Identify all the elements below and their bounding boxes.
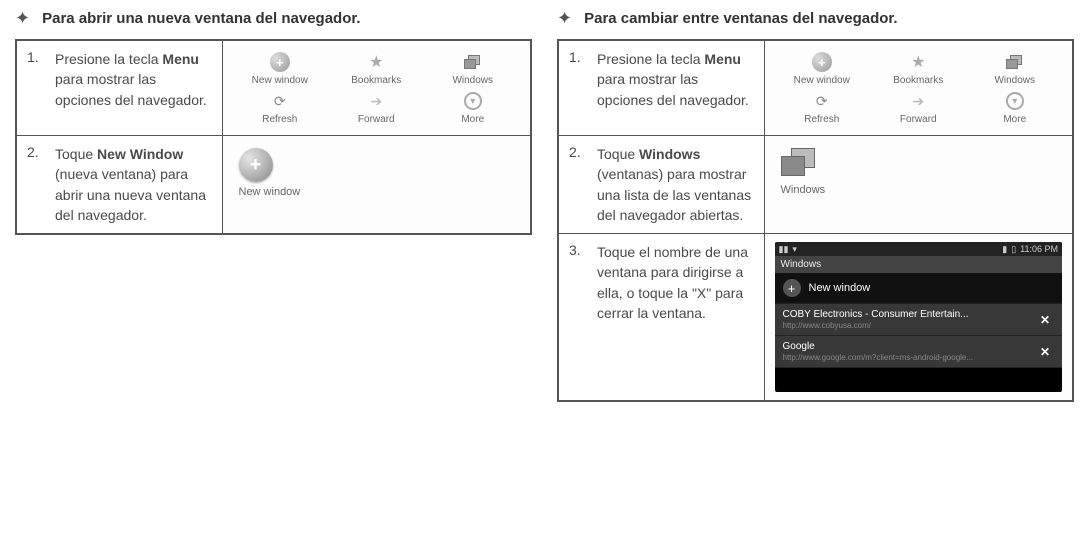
left-heading-row: ✦ Para abrir una nueva ventana del naveg… <box>15 8 532 29</box>
step-number: 1. <box>569 49 587 110</box>
step-body: Toque Windows (ventanas) para mostrar un… <box>597 144 754 225</box>
plus-icon: + <box>269 51 291 73</box>
right-steps-table: 1. Presione la tecla Menu para mostrar l… <box>557 39 1074 402</box>
step-text-cell: 1. Presione la tecla Menu para mostrar l… <box>16 40 222 136</box>
windows-large[interactable]: Windows <box>775 144 1063 200</box>
refresh-icon: ⟳ <box>811 90 833 112</box>
step-body: Presione la tecla Menu para mostrar las … <box>55 49 212 110</box>
menu-more[interactable]: ▾ More <box>428 90 519 125</box>
menu-refresh[interactable]: ⟳ Refresh <box>235 90 326 125</box>
status-time: 11:06 PM <box>1020 244 1058 254</box>
status-right: ▮ ▯ 11:06 PM <box>1002 244 1058 255</box>
close-icon[interactable]: ✕ <box>1036 311 1054 329</box>
step-image-cell: ▮▮ ▾ ▮ ▯ 11:06 PM Windows + New window <box>764 234 1073 402</box>
open-window-row[interactable]: Google http://www.google.com/m?client=ms… <box>775 336 1063 368</box>
battery-icon: ▮ <box>1002 244 1007 255</box>
menu-new-window[interactable]: + New window <box>235 51 326 86</box>
phone-screenshot: ▮▮ ▾ ▮ ▯ 11:06 PM Windows + New window <box>775 242 1063 392</box>
window-title: Google <box>783 341 974 352</box>
window-url: http://www.cobyusa.com/ <box>783 321 969 330</box>
window-title: COBY Electronics - Consumer Entertain... <box>783 309 969 320</box>
browser-menu-grid: + New window ★ Bookmarks Windows ⟳ Refre… <box>233 49 521 127</box>
step-image-cell: + New window ★ Bookmarks Windows ⟳ Refre… <box>222 40 531 136</box>
step-number: 2. <box>569 144 587 225</box>
close-icon[interactable]: ✕ <box>1036 343 1054 361</box>
menu-windows[interactable]: Windows <box>970 51 1061 86</box>
new-window-label: New window <box>809 282 871 294</box>
refresh-icon: ⟳ <box>269 90 291 112</box>
step-text-cell: 2. Toque New Window (nueva ventana) para… <box>16 136 222 235</box>
step-text-cell: 3. Toque el nombre de una ventana para d… <box>558 234 764 402</box>
open-window-row[interactable]: COBY Electronics - Consumer Entertain...… <box>775 304 1063 336</box>
wifi-icon: ▾ <box>792 244 797 255</box>
step-body: Presione la tecla Menu para mostrar las … <box>597 49 754 110</box>
step-body: Toque New Window (nueva ventana) para ab… <box>55 144 212 225</box>
table-row: 2. Toque Windows (ventanas) para mostrar… <box>558 136 1073 234</box>
forward-icon: ➔ <box>365 90 387 112</box>
star-icon: ★ <box>365 51 387 73</box>
menu-forward[interactable]: ➔ Forward <box>873 90 964 125</box>
plus-icon: + <box>783 279 801 297</box>
status-left-icons: ▮▮ ▾ <box>779 244 797 255</box>
menu-bookmarks[interactable]: ★ Bookmarks <box>331 51 422 86</box>
new-window-large[interactable]: + New window <box>233 144 521 202</box>
windows-icon <box>781 148 819 178</box>
windows-title-bar: Windows <box>775 256 1063 273</box>
forward-icon: ➔ <box>907 90 929 112</box>
step-body: Toque el nombre de una ventana para diri… <box>597 242 754 323</box>
menu-new-window[interactable]: + New window <box>777 51 868 86</box>
plus-icon: + <box>811 51 833 73</box>
star-icon: ★ <box>907 51 929 73</box>
cross-icon: ✦ <box>557 8 572 29</box>
step-image-cell: Windows <box>764 136 1073 234</box>
right-column: ✦ Para cambiar entre ventanas del navega… <box>557 8 1074 402</box>
right-heading: Para cambiar entre ventanas del navegado… <box>584 10 897 27</box>
table-row: 2. Toque New Window (nueva ventana) para… <box>16 136 531 235</box>
step-image-cell: + New window <box>222 136 531 235</box>
browser-menu-grid: + New window ★ Bookmarks Windows ⟳ Refre… <box>775 49 1063 127</box>
new-window-row[interactable]: + New window <box>775 273 1063 304</box>
windows-icon <box>462 51 484 73</box>
windows-icon <box>1004 51 1026 73</box>
plus-icon: + <box>239 148 273 182</box>
table-row: 1. Presione la tecla Menu para mostrar l… <box>558 40 1073 136</box>
step-image-cell: + New window ★ Bookmarks Windows ⟳ Refre… <box>764 40 1073 136</box>
table-row: 1. Presione la tecla Menu para mostrar l… <box>16 40 531 136</box>
cross-icon: ✦ <box>15 8 30 29</box>
table-row: 3. Toque el nombre de una ventana para d… <box>558 234 1073 402</box>
menu-forward[interactable]: ➔ Forward <box>331 90 422 125</box>
bars-icon: ▯ <box>1011 244 1016 255</box>
step-number: 1. <box>27 49 45 110</box>
menu-windows[interactable]: Windows <box>428 51 519 86</box>
step-number: 3. <box>569 242 587 323</box>
status-bar: ▮▮ ▾ ▮ ▯ 11:06 PM <box>775 242 1063 256</box>
menu-bookmarks[interactable]: ★ Bookmarks <box>873 51 964 86</box>
more-icon: ▾ <box>462 90 484 112</box>
step-text-cell: 2. Toque Windows (ventanas) para mostrar… <box>558 136 764 234</box>
step-text-cell: 1. Presione la tecla Menu para mostrar l… <box>558 40 764 136</box>
menu-more[interactable]: ▾ More <box>970 90 1061 125</box>
window-url: http://www.google.com/m?client=ms-androi… <box>783 353 974 362</box>
more-icon: ▾ <box>1004 90 1026 112</box>
right-heading-row: ✦ Para cambiar entre ventanas del navega… <box>557 8 1074 29</box>
left-column: ✦ Para abrir una nueva ventana del naveg… <box>15 8 532 402</box>
left-steps-table: 1. Presione la tecla Menu para mostrar l… <box>15 39 532 235</box>
signal-icon: ▮▮ <box>779 244 789 255</box>
step-number: 2. <box>27 144 45 225</box>
left-heading: Para abrir una nueva ventana del navegad… <box>42 10 360 27</box>
menu-refresh[interactable]: ⟳ Refresh <box>777 90 868 125</box>
